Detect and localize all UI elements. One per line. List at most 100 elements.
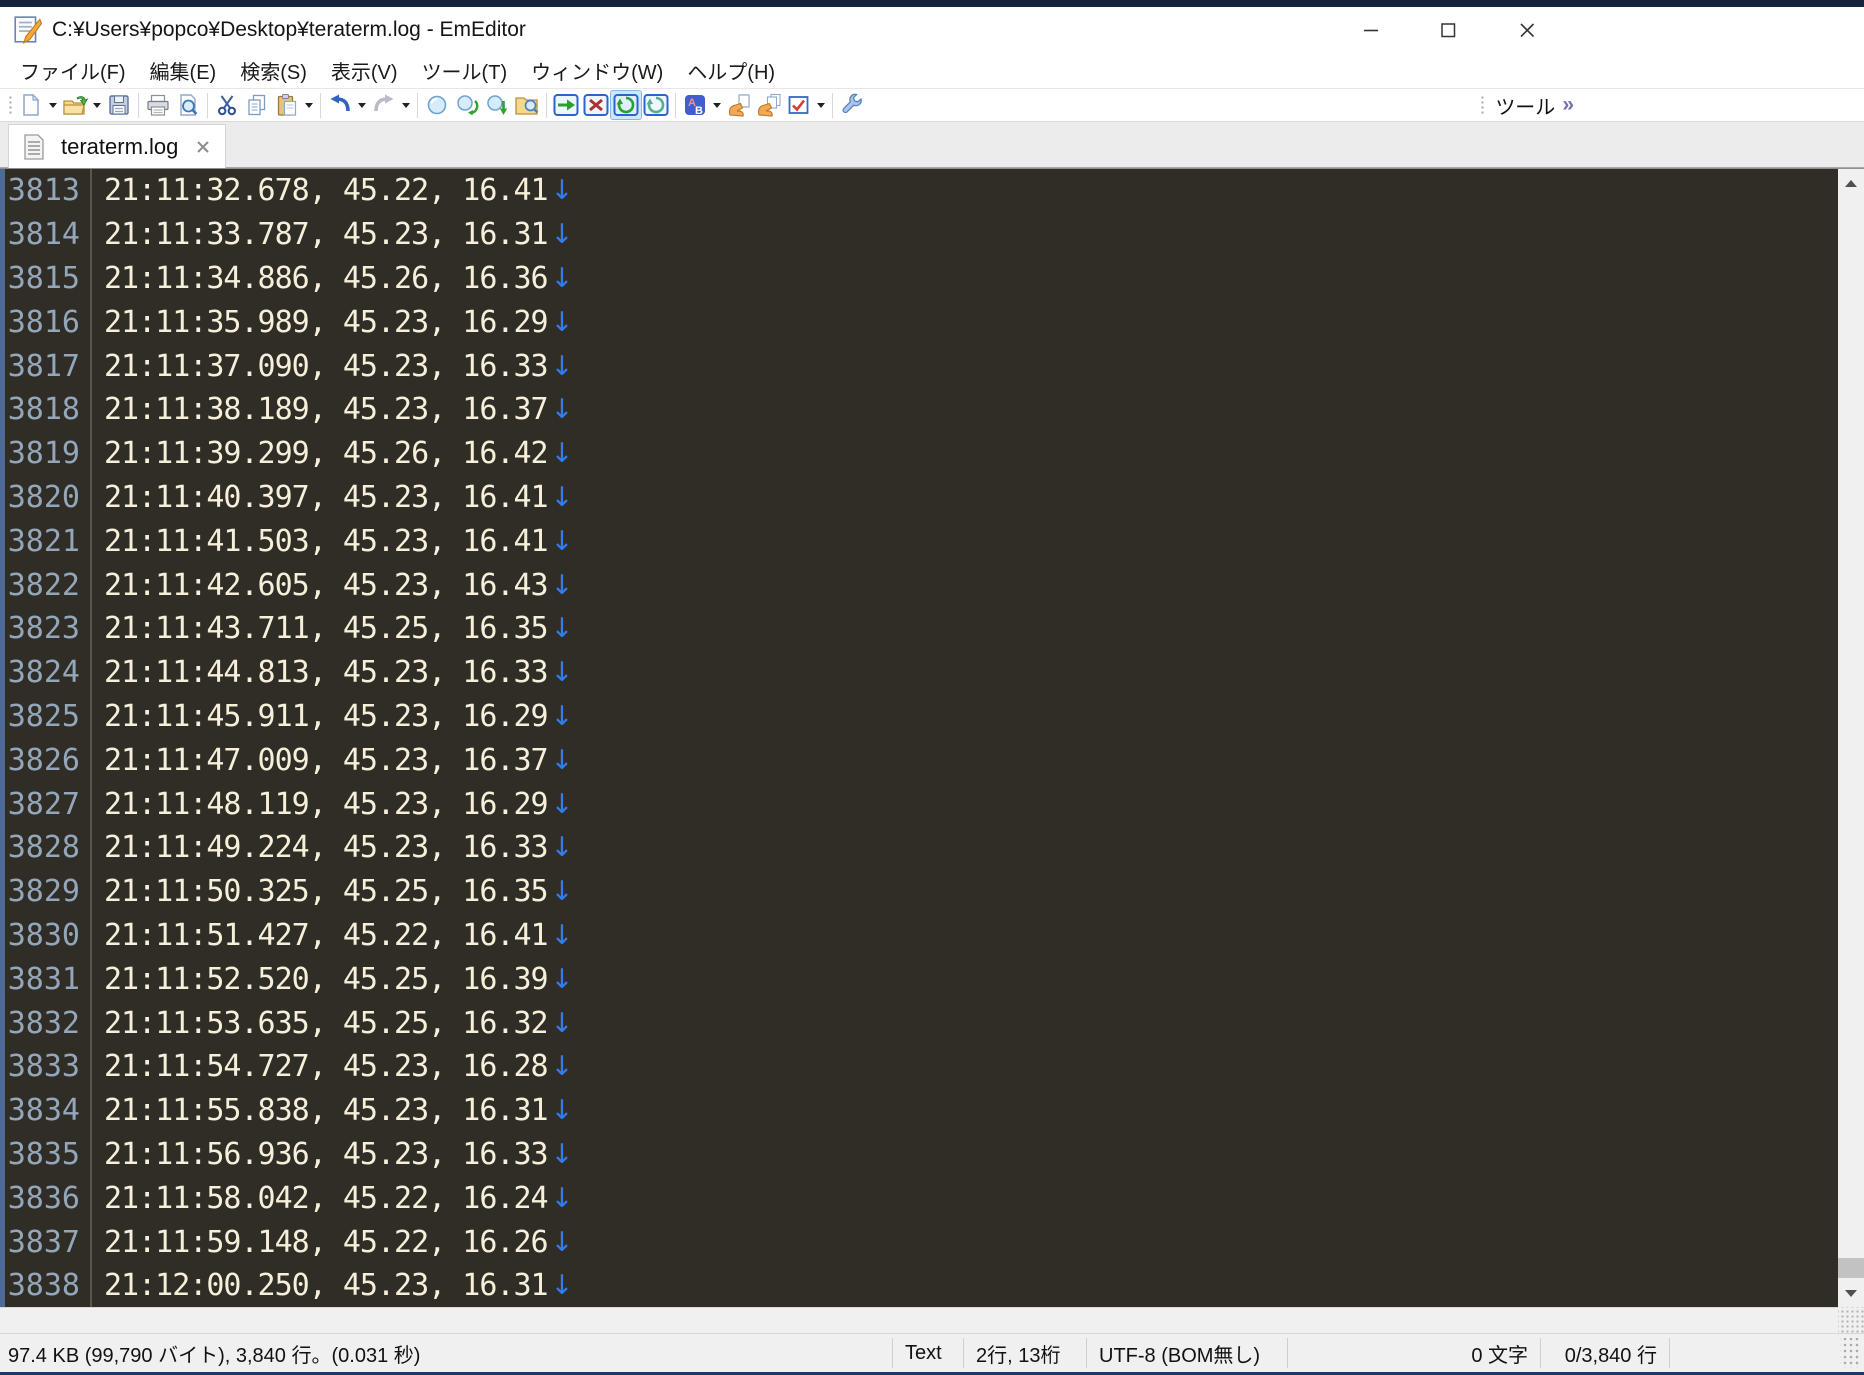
open-file-button[interactable]: [60, 91, 90, 119]
newline-mark-icon: ↓: [550, 744, 574, 776]
newline-mark-icon: ↓: [550, 394, 574, 426]
newline-mark-icon: ↓: [550, 1226, 574, 1258]
wrap-by-window-button[interactable]: [610, 90, 642, 120]
status-separator: [1669, 1338, 1670, 1368]
cut-button[interactable]: [212, 91, 242, 119]
line-text: 21:11:41.503, 45.23, 16.41: [104, 523, 549, 559]
line-text: 21:11:42.605, 45.23, 16.43: [104, 567, 549, 603]
status-line-position: 0/3,840 行: [1564, 1344, 1657, 1367]
menu-search[interactable]: 検索(S): [228, 51, 319, 90]
paste-dropdown[interactable]: [302, 91, 316, 119]
find-icon[interactable]: [422, 91, 452, 119]
find-next-icon[interactable]: [452, 91, 482, 119]
line-text: 21:11:48.119, 45.23, 16.29: [104, 786, 549, 822]
wrap-none-button[interactable]: [551, 91, 581, 119]
sort-dropdown[interactable]: [710, 91, 724, 119]
line-text: 21:11:43.711, 45.25, 16.35: [104, 611, 549, 647]
newline-mark-icon: ↓: [550, 438, 574, 470]
line-number: 3826: [7, 742, 80, 778]
line-number: 3837: [7, 1224, 80, 1260]
scroll-up-arrow-icon: [1845, 179, 1857, 187]
toolbar-separator: [546, 92, 547, 118]
open-file-dropdown[interactable]: [90, 91, 104, 119]
menu-bar: ファイル(F) 編集(E) 検索(S) 表示(V) ツール(T) ウィンドウ(W) ヘルプ(…: [0, 52, 1864, 88]
line-text: 21:11:38.189, 45.23, 16.37: [104, 392, 549, 428]
direct-tag-jump-button[interactable]: [754, 91, 784, 119]
macro-dropdown[interactable]: [814, 91, 828, 119]
newline-mark-icon: ↓: [550, 1138, 574, 1170]
minimize-button[interactable]: [1342, 7, 1400, 52]
editor-line: 3832 21:11:53.635, 45.25, 16.32 ↓: [0, 1001, 1838, 1045]
wrap-by-page-button[interactable]: [641, 91, 671, 119]
sort-button[interactable]: A B: [680, 91, 710, 119]
tab-close-icon[interactable]: [193, 137, 213, 157]
newline-mark-icon: ↓: [550, 1182, 574, 1214]
close-button[interactable]: [1498, 7, 1556, 52]
find-in-files-icon[interactable]: [512, 91, 542, 119]
scroll-up-button[interactable]: [1838, 169, 1864, 197]
editor-line: 3823 21:11:43.711, 45.25, 16.35 ↓: [0, 607, 1838, 651]
newline-mark-icon: ↓: [550, 569, 574, 601]
maximize-button[interactable]: [1419, 7, 1477, 52]
paste-button[interactable]: [272, 91, 302, 119]
newline-mark-icon: ↓: [550, 219, 574, 251]
menu-edit[interactable]: 編集(E): [138, 51, 229, 90]
toolbar-separator: [207, 92, 208, 118]
line-number: 3819: [7, 436, 80, 472]
wrap-by-characters-button[interactable]: [581, 91, 611, 119]
tools-toolbar-label: ツール: [1495, 96, 1556, 119]
undo-dropdown[interactable]: [355, 91, 369, 119]
tab-label: teraterm.log: [61, 133, 179, 159]
toolbar-grip[interactable]: [1479, 94, 1486, 116]
editor-left-edge: [0, 169, 5, 1307]
macro-record-button[interactable]: [784, 91, 814, 119]
new-file-button[interactable]: [16, 91, 46, 119]
vertical-scrollbar-thumb[interactable]: [1838, 1258, 1864, 1278]
newline-mark-icon: ↓: [550, 700, 574, 732]
editor-line: 3828 21:11:49.224, 45.23, 16.33 ↓: [0, 826, 1838, 870]
print-button[interactable]: [143, 91, 173, 119]
line-text: 21:11:55.838, 45.23, 16.31: [104, 1093, 549, 1129]
status-encoding[interactable]: UTF-8 (BOM無し): [1087, 1339, 1287, 1368]
undo-button[interactable]: [325, 91, 355, 119]
horizontal-scrollbar[interactable]: [0, 1307, 1838, 1333]
menu-help[interactable]: ヘルプ(H): [675, 51, 787, 90]
redo-button[interactable]: [369, 91, 399, 119]
editor-line: 3831 21:11:52.520, 45.25, 16.39 ↓: [0, 957, 1838, 1001]
save-button[interactable]: [104, 91, 134, 119]
tag-jump-button[interactable]: [724, 91, 754, 119]
status-mode[interactable]: Text: [893, 1342, 963, 1365]
line-number: 3835: [7, 1136, 80, 1172]
line-number: 3825: [7, 698, 80, 734]
editor-line: 3837 21:11:59.148, 45.22, 16.26 ↓: [0, 1220, 1838, 1264]
copy-button[interactable]: [242, 91, 272, 119]
tools-toolbar-overflow: ツール »: [1476, 88, 1574, 122]
svg-text:B: B: [695, 105, 703, 117]
customize-wrench-icon[interactable]: [837, 91, 867, 119]
toolbar-separator: [417, 92, 418, 118]
status-cursor-position[interactable]: 2行, 13桁: [964, 1339, 1086, 1368]
find-previous-icon[interactable]: [482, 91, 512, 119]
vertical-scrollbar[interactable]: [1838, 168, 1864, 1307]
editor-area[interactable]: 3813 21:11:32.678, 45.22, 16.41 ↓ 3814 21:11…: [0, 168, 1838, 1307]
editor-line: 3835 21:11:56.936, 45.23, 16.33 ↓: [0, 1133, 1838, 1177]
scroll-down-button[interactable]: [1838, 1279, 1864, 1307]
line-number: 3822: [7, 567, 80, 603]
newline-mark-icon: ↓: [550, 1007, 574, 1039]
menu-tools[interactable]: ツール(T): [410, 51, 520, 90]
line-number: 3814: [7, 217, 80, 253]
toolbar-overflow-chevron-icon[interactable]: »: [1562, 93, 1574, 117]
tab-teraterm-log[interactable]: teraterm.log: [8, 124, 226, 168]
resize-grip-icon[interactable]: [1840, 1338, 1860, 1368]
menu-window[interactable]: ウィンドウ(W): [519, 51, 675, 90]
titlebar: C:¥Users¥popco¥Desktop¥teraterm.log - Em…: [0, 7, 1864, 52]
redo-dropdown[interactable]: [399, 91, 413, 119]
menu-view[interactable]: 表示(V): [319, 51, 410, 90]
new-file-dropdown[interactable]: [46, 91, 60, 119]
toolbar-grip[interactable]: [7, 94, 13, 116]
newline-mark-icon: ↓: [550, 525, 574, 557]
newline-mark-icon: ↓: [550, 262, 574, 294]
print-preview-button[interactable]: [173, 91, 203, 119]
menu-file[interactable]: ファイル(F): [8, 51, 138, 90]
newline-mark-icon: ↓: [550, 350, 574, 382]
